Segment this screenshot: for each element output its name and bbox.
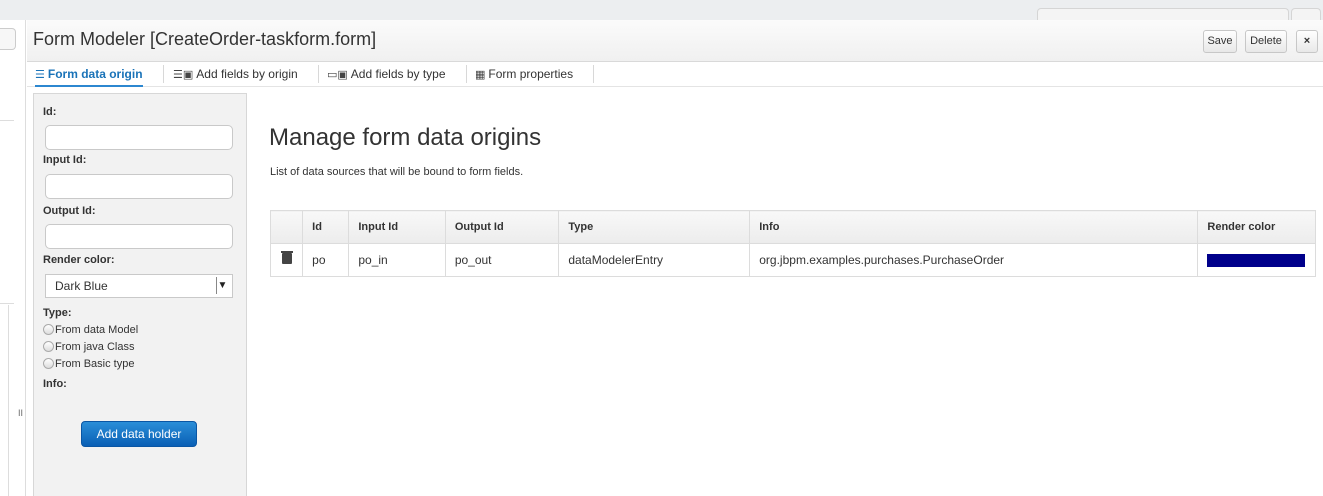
left-gutter: II xyxy=(0,20,26,496)
column-header-type[interactable]: Type xyxy=(558,210,751,244)
column-header-actions xyxy=(269,210,304,244)
tab-add-fields-by-origin[interactable]: ☰▣ Add fields by origin xyxy=(173,67,298,83)
cell-type: dataModelerEntry xyxy=(558,243,751,277)
table-header-row: Id Input Id Output Id Type Info Render c… xyxy=(269,210,1316,244)
gutter-divider xyxy=(0,303,14,304)
database-icon: ☰ xyxy=(35,69,45,81)
section-description: List of data sources that will be bound … xyxy=(270,166,524,178)
cell-id: po xyxy=(302,243,350,277)
radio-button[interactable] xyxy=(43,358,54,369)
radio-from-data-model[interactable]: From data Model xyxy=(43,324,138,336)
column-header-input-id[interactable]: Input Id xyxy=(348,210,446,244)
render-color-select[interactable]: Dark Blue ▼ xyxy=(45,274,233,298)
render-color-swatch xyxy=(1207,253,1306,267)
trash-icon[interactable] xyxy=(280,251,293,264)
tab-label: Add fields by origin xyxy=(196,67,298,81)
tab-separator xyxy=(318,65,319,83)
radio-button[interactable] xyxy=(43,324,54,335)
radio-from-basic-type[interactable]: From Basic type xyxy=(43,358,134,370)
tab-add-fields-by-type[interactable]: ▭▣ Add fields by type xyxy=(327,67,446,83)
collapse-handle[interactable] xyxy=(0,28,16,50)
data-origin-form: Id: Input Id: Output Id: Render color: D… xyxy=(33,93,247,496)
cell-render-color xyxy=(1197,243,1316,277)
render-color-value: Dark Blue xyxy=(55,279,108,293)
tab-separator xyxy=(163,65,164,83)
info-label: Info: xyxy=(43,378,67,390)
add-data-holder-button[interactable]: Add data holder xyxy=(81,421,197,447)
chevron-down-icon: ▼ xyxy=(216,277,228,294)
section-title: Manage form data origins xyxy=(269,124,542,151)
properties-icon: ▦ xyxy=(475,69,486,81)
tab-separator xyxy=(593,65,594,83)
id-label: Id: xyxy=(43,106,57,118)
delete-button[interactable]: Delete xyxy=(1245,30,1287,53)
output-id-label: Output Id: xyxy=(43,205,96,217)
tab-bar: ☰ Form data origin ☰▣ Add fields by origin… xyxy=(27,62,1323,87)
cell-output-id: po_out xyxy=(444,243,560,277)
tab-label: Add fields by type xyxy=(350,67,446,81)
radio-button[interactable] xyxy=(43,341,54,352)
fields-origin-icon: ☰▣ xyxy=(173,69,194,81)
cell-info: org.jbpm.examples.purchases.PurchaseOrde… xyxy=(749,243,1199,277)
table-row: po po_in po_out dataModelerEntry org.jbp… xyxy=(269,243,1316,277)
render-color-label: Render color: xyxy=(43,254,115,266)
type-label: Type: xyxy=(43,307,72,319)
tab-label: Form data origin xyxy=(47,67,143,81)
page-title: Form Modeler [CreateOrder-taskform.form] xyxy=(33,29,377,49)
radio-label: From java Class xyxy=(55,341,135,353)
column-header-output-id[interactable]: Output Id xyxy=(444,210,560,244)
splitter-grip-icon[interactable]: II xyxy=(18,408,23,418)
cell-input-id: po_in xyxy=(348,243,446,277)
radio-from-java-class[interactable]: From java Class xyxy=(43,341,134,353)
column-header-render-color[interactable]: Render color xyxy=(1197,210,1316,244)
input-id-label: Input Id: xyxy=(43,154,87,166)
radio-label: From data Model xyxy=(55,324,139,336)
tab-separator xyxy=(466,65,467,83)
id-field[interactable] xyxy=(45,125,233,150)
input-id-field[interactable] xyxy=(45,174,233,199)
panel-header: Form Modeler [CreateOrder-taskform.form]… xyxy=(27,20,1323,62)
gutter-divider xyxy=(0,120,14,121)
radio-label: From Basic type xyxy=(55,358,135,370)
gutter-rule xyxy=(8,305,9,496)
delete-cell xyxy=(269,243,304,277)
save-button[interactable]: Save xyxy=(1203,30,1237,53)
tab-label: Form properties xyxy=(488,67,574,81)
column-header-info[interactable]: Info xyxy=(749,210,1199,244)
fields-type-icon: ▭▣ xyxy=(327,69,348,81)
output-id-field[interactable] xyxy=(45,224,233,249)
column-header-id[interactable]: Id xyxy=(302,210,350,244)
data-origins-table: Id Input Id Output Id Type Info Render c… xyxy=(269,210,1316,277)
top-app-strip xyxy=(0,0,1323,22)
close-button[interactable]: × xyxy=(1296,30,1318,53)
tab-form-properties[interactable]: ▦ Form properties xyxy=(475,67,573,83)
tab-form-data-origin[interactable]: ☰ Form data origin xyxy=(35,67,143,87)
